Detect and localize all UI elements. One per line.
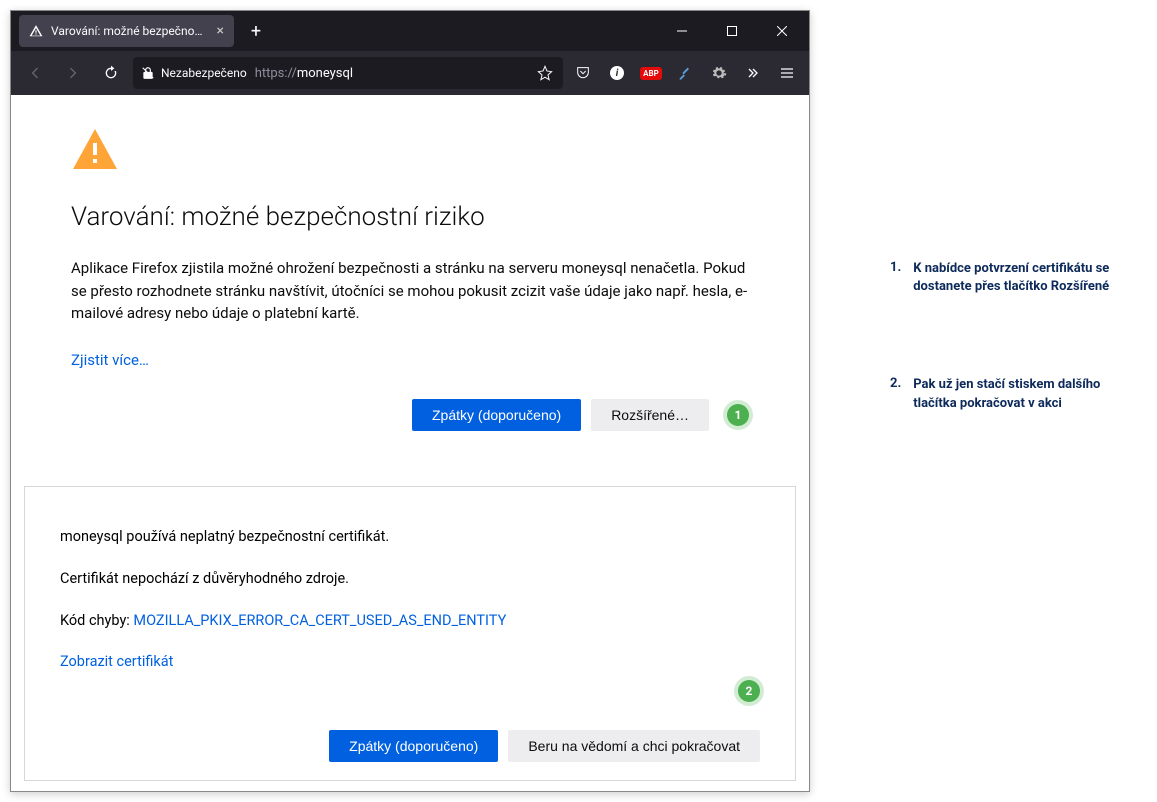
annotations-sidebar: 1. K nabídce potvrzení certifikátu se do… [810,10,1130,792]
warning-triangle-icon [71,125,749,177]
annotation-number: 2. [890,376,901,412]
annotation-1: 1. K nabídce potvrzení certifikátu se do… [890,260,1110,296]
accept-risk-button[interactable]: Beru na vědomí a chci pokračovat [508,730,760,762]
warning-icon [29,24,43,38]
annotation-number: 1. [890,260,901,296]
window-controls [659,15,805,47]
error-code-line: Kód chyby: MOZILLA_PKIX_ERROR_CA_CERT_US… [60,611,760,631]
browser-window: Varování: možné bezpečností r × + [10,10,810,792]
gear-icon[interactable] [705,59,733,87]
titlebar: Varování: možné bezpečností r × + [11,11,809,51]
url-bar[interactable]: Nezabezpečeno https://moneysql [133,57,563,89]
tab-title: Varování: možné bezpečností r [51,24,209,38]
new-tab-button[interactable]: + [242,17,270,45]
error-code-link[interactable]: MOZILLA_PKIX_ERROR_CA_CERT_USED_AS_END_E… [133,612,506,629]
advanced-details-panel: moneysql používá neplatný bezpečnostní c… [24,486,796,782]
details-button-row: Zpátky (doporučeno) Beru na vědomí a chc… [25,712,795,780]
callout-badge-2: 2 [738,680,760,702]
view-certificate-link[interactable]: Zobrazit certifikát [60,653,173,670]
eyedropper-icon[interactable] [671,59,699,87]
annotation-2: 2. Pak už jen stačí stiskem dalšího tlač… [890,376,1110,412]
callout-badge-1: 1 [727,404,749,426]
info-icon[interactable]: i [603,59,631,87]
button-row: Zpátky (doporučeno) Rozšířené… 1 [71,399,749,431]
warning-description: Aplikace Firefox zjistila možné ohrožení… [71,257,749,325]
tab-strip: Varování: možné bezpečností r × + [15,11,659,51]
go-back-button[interactable]: Zpátky (doporučeno) [412,399,581,431]
learn-more-link[interactable]: Zjistit více… [71,351,149,369]
go-back-button-2[interactable]: Zpátky (doporučeno) [329,730,498,762]
minimize-button[interactable] [659,15,705,47]
reload-button[interactable] [95,57,127,89]
maximize-button[interactable] [709,15,755,47]
advanced-button[interactable]: Rozšířené… [591,399,709,431]
pocket-icon[interactable] [569,59,597,87]
bookmark-star-icon[interactable] [535,63,555,83]
nav-toolbar: Nezabezpečeno https://moneysql i ABP [11,51,809,95]
browser-tab[interactable]: Varování: možné bezpečností r × [19,15,234,47]
security-label: Nezabezpečeno [161,66,247,80]
security-indicator[interactable]: Nezabezpečeno [141,66,247,80]
forward-button[interactable] [57,57,89,89]
cert-invalid-text: moneysql používá neplatný bezpečnostní c… [60,527,760,547]
annotation-text: K nabídce potvrzení certifikátu se dosta… [913,260,1110,296]
page-title: Varování: možné bezpečnostní riziko [71,202,749,232]
cert-untrusted-text: Certifikát nepochází z důvěryhodného zdr… [60,569,760,589]
close-tab-icon[interactable]: × [217,23,224,39]
page-content: Varování: možné bezpečnostní riziko Apli… [11,95,809,451]
abp-icon[interactable]: ABP [637,59,665,87]
back-button[interactable] [19,57,51,89]
close-window-button[interactable] [759,15,805,47]
url-text: https://moneysql [255,66,353,81]
menu-icon[interactable] [773,59,801,87]
overflow-icon[interactable] [739,59,767,87]
annotation-text: Pak už jen stačí stiskem dalšího tlačítk… [913,376,1110,412]
